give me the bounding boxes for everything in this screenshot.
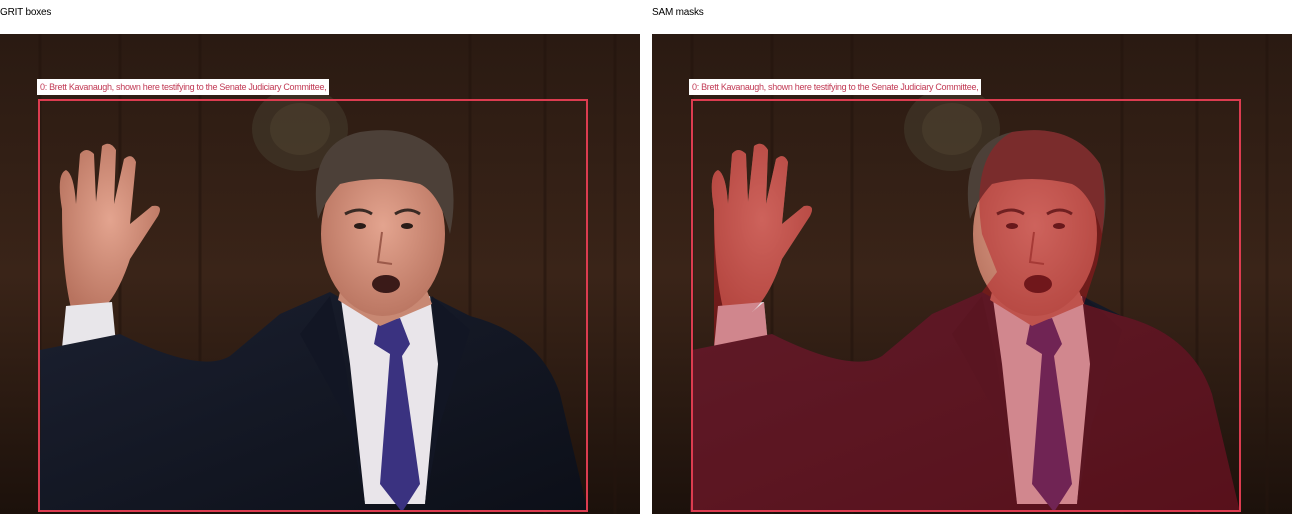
- detection-label: 0: Brett Kavanaugh, shown here testifyin…: [689, 79, 982, 95]
- sam-masks-panel: 0: Brett Kavanaugh, shown here testifyin…: [652, 34, 1292, 514]
- grit-boxes-panel: 0: Brett Kavanaugh, shown here testifyin…: [0, 34, 640, 514]
- grit-panel-title: GRIT boxes: [0, 7, 52, 18]
- bounding-box: [38, 99, 588, 512]
- detection-label: 0: Brett Kavanaugh, shown here testifyin…: [37, 79, 330, 95]
- bounding-box: [691, 99, 1241, 512]
- sam-panel-title: SAM masks: [652, 7, 704, 18]
